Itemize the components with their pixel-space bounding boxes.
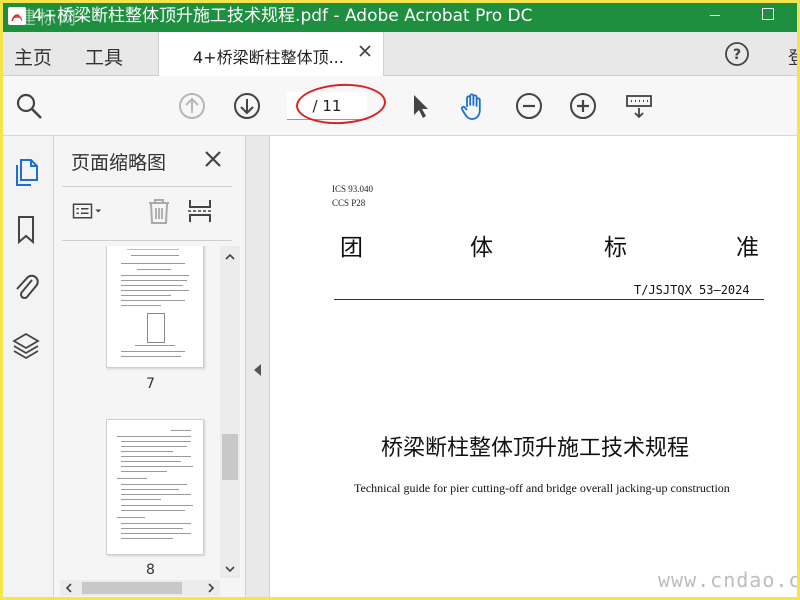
left-rail [0, 136, 54, 600]
thumbnail-vertical-scrollbar[interactable] [220, 246, 240, 578]
pages-icon[interactable] [12, 156, 40, 188]
thumbnails-panel: 页面缩略图 7 8 [54, 136, 246, 600]
ccs-code: CCS P28 [332, 198, 366, 208]
thumbnail-horizontal-scrollbar[interactable] [60, 580, 220, 596]
scroll-right-icon[interactable] [206, 583, 216, 593]
document-tab-label: 4+桥梁断柱整体顶... [193, 48, 344, 67]
site-watermark: 建标网 [18, 8, 78, 29]
title-bar: 4+桥梁断柱整体顶升施工技术规程.pdf - Adobe Acrobat Pro… [0, 0, 800, 32]
zoom-search-icon[interactable] [14, 91, 44, 121]
prev-page-icon[interactable] [177, 91, 207, 121]
site-url-watermark: www.cndao.com [658, 568, 800, 592]
minimize-button[interactable] [710, 15, 720, 16]
panel-divider-2 [62, 240, 232, 241]
scrollbar-thumb[interactable] [222, 434, 238, 480]
svg-text:?: ? [733, 47, 741, 63]
tab-home[interactable]: 主页 [14, 43, 52, 70]
thumbnail-page-7[interactable] [106, 246, 204, 368]
maximize-button[interactable] [762, 8, 774, 20]
scroll-up-icon[interactable] [225, 252, 235, 262]
next-page-icon[interactable] [232, 91, 262, 121]
window-title: 4+桥梁断柱整体顶升施工技术规程.pdf - Adobe Acrobat Pro… [32, 6, 533, 26]
bookmark-icon[interactable] [12, 214, 40, 246]
horizontal-scrollbar-thumb[interactable] [82, 582, 182, 594]
select-arrow-icon[interactable] [406, 91, 436, 121]
close-tab-icon[interactable] [357, 43, 373, 59]
hand-tool-icon[interactable] [458, 91, 488, 121]
layers-icon[interactable] [12, 330, 40, 362]
close-panel-icon[interactable] [204, 150, 222, 168]
header-rule [334, 299, 764, 300]
toolbar: / 11 [0, 76, 800, 136]
document-tab[interactable]: 4+桥梁断柱整体顶... [158, 32, 384, 76]
document-title-en: Technical guide for pier cutting-off and… [354, 481, 730, 495]
help-icon[interactable]: ? [724, 41, 750, 67]
ics-code: ICS 93.040 [332, 184, 374, 194]
zoom-out-icon[interactable] [514, 91, 544, 121]
standard-char-3: 标 [604, 235, 627, 261]
document-title-zh: 桥梁断柱整体顶升施工技术规程 [380, 436, 689, 461]
keyboard-icon[interactable] [624, 91, 654, 121]
standard-char-4: 准 [736, 235, 759, 261]
standard-number: T/JSJTQX 53—2024 [634, 283, 750, 297]
scroll-down-icon[interactable] [225, 564, 235, 574]
panel-splitter[interactable] [246, 136, 270, 600]
scroll-left-icon[interactable] [64, 583, 74, 593]
thumbnail-page-8[interactable] [106, 419, 204, 555]
panel-title: 页面缩略图 [71, 152, 167, 174]
thumbnail-options-icon[interactable] [72, 196, 102, 226]
login-link[interactable]: 登 [788, 44, 800, 70]
standard-char-2: 体 [470, 235, 493, 261]
attachment-icon[interactable] [12, 270, 40, 302]
zoom-in-icon[interactable] [568, 91, 598, 121]
delete-page-icon[interactable] [144, 196, 174, 226]
panel-divider [62, 186, 232, 187]
tab-bar: 主页 工具 4+桥梁断柱整体顶... ? 登 [0, 32, 800, 76]
collapse-panel-icon[interactable] [254, 364, 261, 376]
tab-tools[interactable]: 工具 [85, 43, 123, 70]
thumbnail-label-7: 7 [146, 376, 155, 392]
thumbnail-list: 7 8 [60, 246, 220, 586]
document-page: ICS 93.040 CCS P28 团 体 标 准 T/JSJTQX 53—2… [270, 136, 800, 600]
standard-char-1: 团 [340, 235, 363, 261]
thumbnail-label-8: 8 [146, 562, 155, 578]
insert-page-icon[interactable] [186, 196, 216, 226]
